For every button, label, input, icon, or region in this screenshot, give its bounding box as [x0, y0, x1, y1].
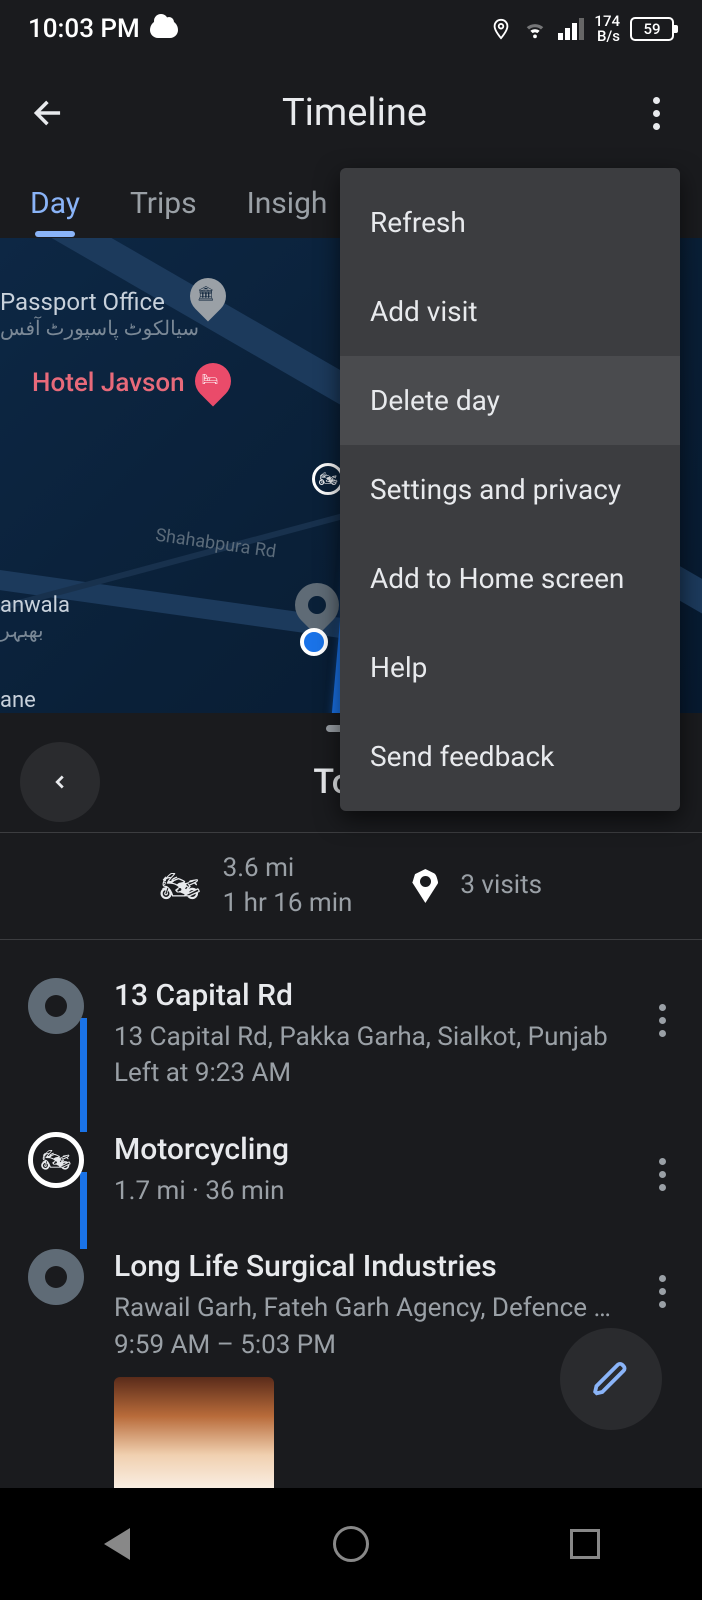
chevron-left-icon	[49, 765, 71, 799]
place-dot-icon	[28, 978, 84, 1034]
tab-insights[interactable]: Insigh	[247, 186, 328, 221]
net-speed: 174 B/s	[594, 14, 620, 44]
item-more-button[interactable]	[651, 1150, 674, 1199]
visit-pin-icon	[412, 869, 438, 903]
summary-distance: 3.6 mi	[223, 851, 353, 886]
menu-add-visit[interactable]: Add visit	[340, 267, 680, 356]
menu-settings-privacy[interactable]: Settings and privacy	[340, 445, 680, 534]
pencil-icon	[592, 1360, 630, 1398]
timeline-list: 13 Capital Rd 13 Capital Rd, Pakka Garha…	[0, 940, 702, 1527]
system-nav-bar	[0, 1488, 702, 1600]
overflow-menu-button[interactable]	[641, 89, 672, 138]
summary-visits: 3 visits	[460, 868, 542, 903]
activity-motorcycle-icon: 🏍	[28, 1132, 84, 1188]
item-title: 13 Capital Rd	[114, 978, 621, 1013]
map-label-passport: Passport Office سیالکوٹ پاسپورٹ آفس	[0, 288, 199, 340]
item-time: 9:59 AM – 5:03 PM	[114, 1327, 621, 1363]
circle-home-icon	[333, 1526, 369, 1562]
page-title: Timeline	[282, 91, 427, 135]
square-recents-icon	[570, 1529, 600, 1559]
menu-add-home[interactable]: Add to Home screen	[340, 534, 680, 623]
battery-icon: 59	[630, 17, 674, 41]
wifi-icon	[522, 18, 548, 40]
menu-help[interactable]: Help	[340, 623, 680, 712]
cloud-icon	[150, 20, 178, 38]
item-sub: 1.7 mi · 36 min	[114, 1173, 621, 1209]
status-bar: 10:03 PM 174 B/s 59	[0, 0, 702, 58]
overflow-menu: Refresh Add visit Delete day Settings an…	[340, 168, 680, 811]
triangle-back-icon	[104, 1528, 130, 1560]
map-label-anwala: anwala بھبہر	[0, 593, 70, 642]
item-title: Long Life Surgical Industries	[114, 1249, 621, 1284]
tab-trips[interactable]: Trips	[130, 186, 197, 221]
menu-send-feedback[interactable]: Send feedback	[340, 712, 680, 801]
item-more-button[interactable]	[651, 996, 674, 1045]
status-time: 10:03 PM	[28, 14, 140, 44]
signal-icon	[558, 18, 584, 40]
nav-back-button[interactable]	[95, 1522, 139, 1566]
map-pin-hotel-icon[interactable]	[188, 356, 239, 407]
timeline-item[interactable]: 🏍 Motorcycling 1.7 mi · 36 min	[28, 1112, 674, 1229]
place-dot-icon	[28, 1249, 84, 1305]
app-header: Timeline	[0, 58, 702, 168]
day-summary: 🏍 3.6 mi 1 hr 16 min 3 visits	[0, 832, 702, 940]
map-label-ane: ane	[0, 688, 36, 713]
menu-refresh[interactable]: Refresh	[340, 178, 680, 267]
item-title: Motorcycling	[114, 1132, 621, 1167]
item-time: Left at 9:23 AM	[114, 1055, 621, 1091]
tab-day[interactable]: Day	[30, 186, 80, 221]
nav-home-button[interactable]	[329, 1522, 373, 1566]
timeline-item[interactable]: 13 Capital Rd 13 Capital Rd, Pakka Garha…	[28, 958, 674, 1112]
map-label-hotel: Hotel Javson	[32, 368, 185, 398]
prev-day-button[interactable]	[20, 742, 100, 822]
item-address: Rawail Garh, Fateh Garh Agency, Defence …	[114, 1290, 621, 1326]
summary-duration: 1 hr 16 min	[223, 886, 353, 921]
motorcycle-icon: 🏍	[160, 867, 201, 905]
nav-recents-button[interactable]	[563, 1522, 607, 1566]
map-label-shahabpura: Shahabpura Rd	[154, 525, 277, 563]
back-arrow-icon[interactable]	[30, 94, 68, 132]
location-icon	[490, 16, 512, 42]
item-more-button[interactable]	[651, 1267, 674, 1316]
menu-delete-day[interactable]: Delete day	[340, 356, 680, 445]
item-address: 13 Capital Rd, Pakka Garha, Sialkot, Pun…	[114, 1019, 621, 1055]
map-endpoint-icon	[300, 628, 328, 656]
edit-fab[interactable]	[560, 1328, 662, 1430]
